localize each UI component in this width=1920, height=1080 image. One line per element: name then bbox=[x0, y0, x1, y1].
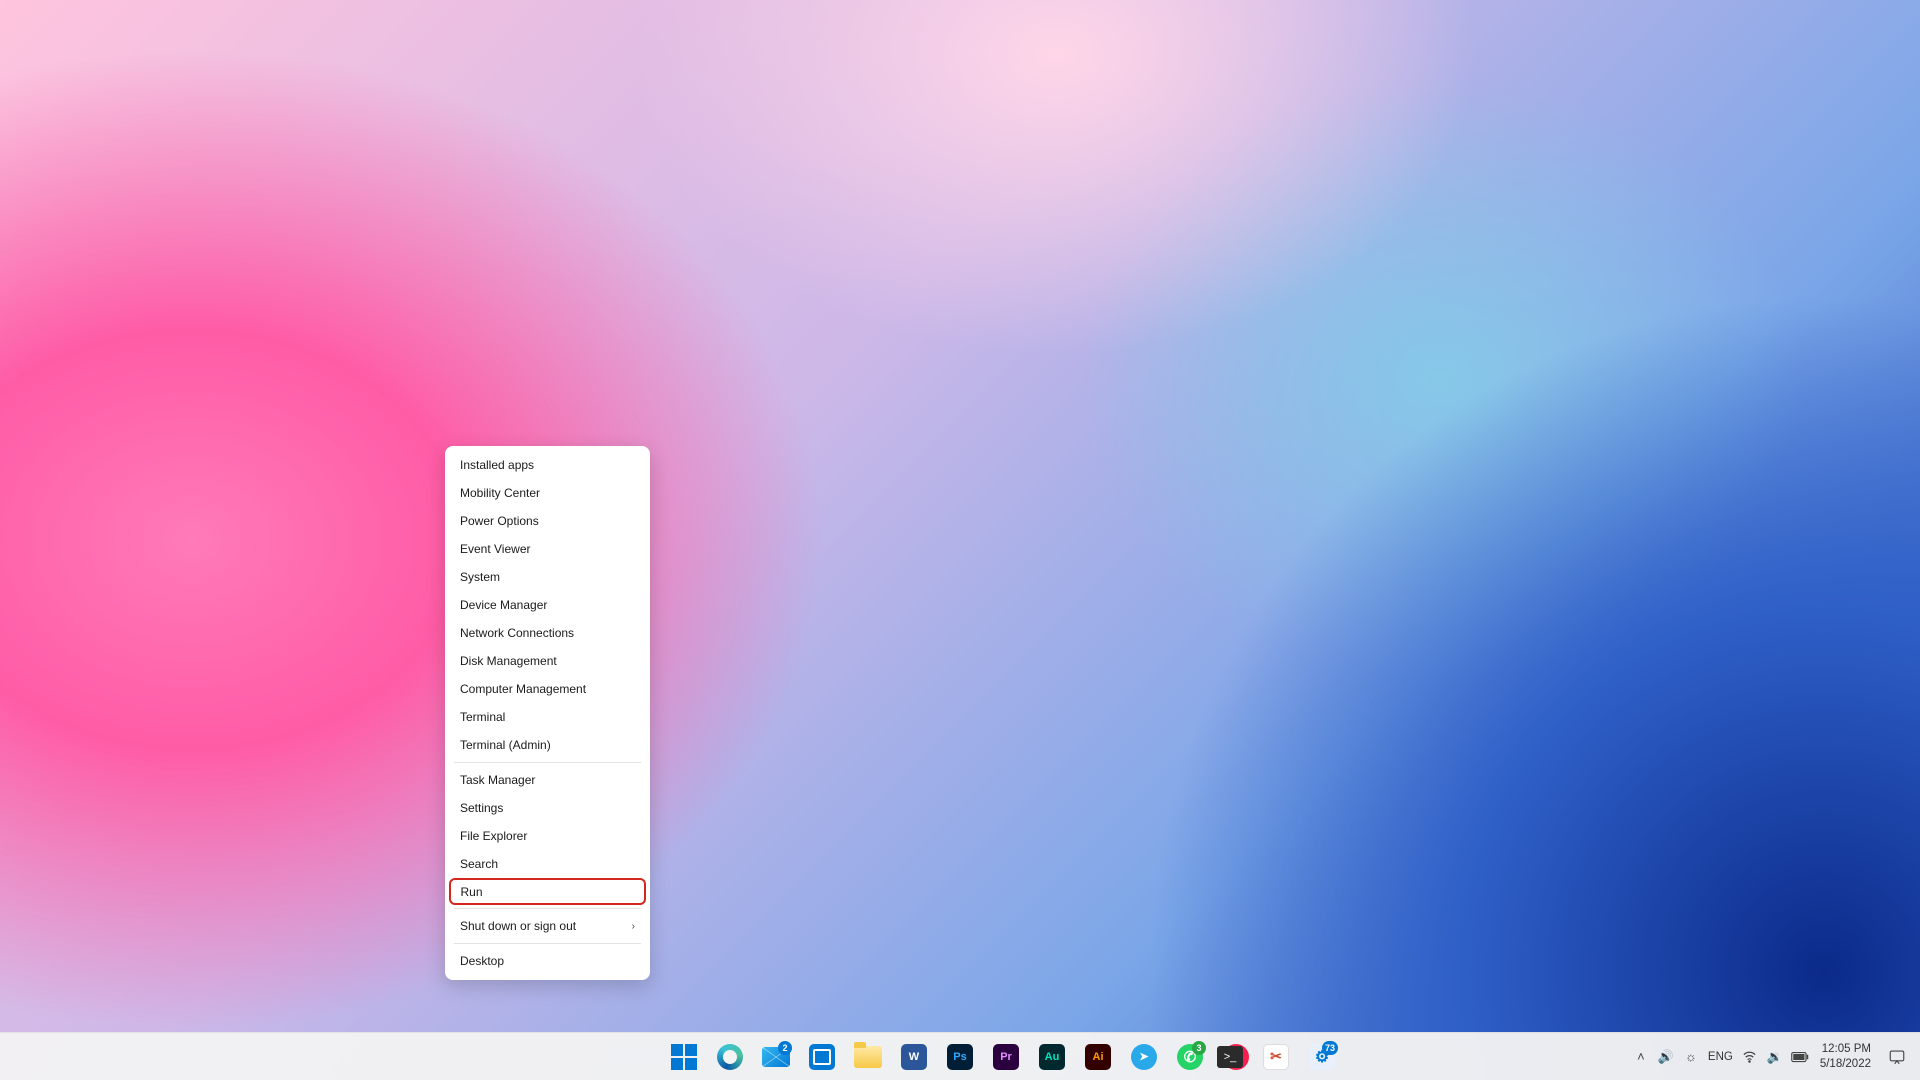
windows-logo-icon bbox=[671, 1044, 697, 1070]
ctx-label: Settings bbox=[460, 801, 503, 815]
taskbar-extra-apps: >_ ✂ ⚙ 73 bbox=[1210, 1033, 1342, 1080]
tray-sound-icon[interactable]: 🔉 bbox=[1764, 1037, 1786, 1077]
ctx-disk-management[interactable]: Disk Management bbox=[448, 647, 647, 675]
ctx-search[interactable]: Search bbox=[448, 850, 647, 878]
badge: 3 bbox=[1192, 1041, 1206, 1055]
audition-icon: Au bbox=[1039, 1044, 1065, 1070]
ctx-label: Terminal (Admin) bbox=[460, 738, 551, 752]
telegram-icon: ➤ bbox=[1131, 1044, 1157, 1070]
taskbar-app-photoshop[interactable]: Ps bbox=[940, 1037, 980, 1077]
premiere-icon: Pr bbox=[993, 1044, 1019, 1070]
ctx-event-viewer[interactable]: Event Viewer bbox=[448, 535, 647, 563]
ctx-label: Mobility Center bbox=[460, 486, 540, 500]
ctx-installed-apps[interactable]: Installed apps bbox=[448, 451, 647, 479]
tray-battery-icon[interactable] bbox=[1789, 1037, 1811, 1077]
taskbar-app-premiere[interactable]: Pr bbox=[986, 1037, 1026, 1077]
ctx-label: Terminal bbox=[460, 710, 505, 724]
taskbar-app-illustrator[interactable]: Ai bbox=[1078, 1037, 1118, 1077]
ctx-label: Run bbox=[461, 885, 483, 899]
taskbar: 2 W Ps Pr Au Ai ➤ ✆ 3 O >_ ✂ ⚙ 73 ˄ 🔊 ☼ … bbox=[0, 1032, 1920, 1080]
taskbar-app-whatsapp[interactable]: ✆ 3 bbox=[1170, 1037, 1210, 1077]
word-icon: W bbox=[901, 1044, 927, 1070]
ctx-system[interactable]: System bbox=[448, 563, 647, 591]
ctx-label: Search bbox=[460, 857, 498, 871]
ctx-label: Power Options bbox=[460, 514, 539, 528]
ctx-separator bbox=[454, 943, 641, 944]
taskbar-app-snipping[interactable]: ✂ bbox=[1256, 1037, 1296, 1077]
taskbar-app-mail[interactable]: 2 bbox=[756, 1037, 796, 1077]
chevron-up-icon: ˄ bbox=[1637, 1049, 1645, 1064]
tray-wifi-icon[interactable] bbox=[1739, 1037, 1761, 1077]
badge: 2 bbox=[778, 1041, 792, 1055]
ctx-label: Task Manager bbox=[460, 773, 535, 787]
ctx-mobility-center[interactable]: Mobility Center bbox=[448, 479, 647, 507]
taskbar-app-settings[interactable]: ⚙ 73 bbox=[1302, 1037, 1342, 1077]
start-button[interactable] bbox=[664, 1037, 704, 1077]
ctx-separator bbox=[454, 762, 641, 763]
ctx-terminal-admin[interactable]: Terminal (Admin) bbox=[448, 731, 647, 759]
taskbar-app-terminal[interactable]: >_ bbox=[1210, 1037, 1250, 1077]
tray-brightness-icon[interactable]: ☼ bbox=[1680, 1037, 1702, 1077]
edge-icon bbox=[717, 1044, 743, 1070]
chevron-right-icon: › bbox=[632, 921, 635, 932]
taskbar-center-apps: 2 W Ps Pr Au Ai ➤ ✆ 3 O bbox=[664, 1033, 1256, 1080]
ctx-label: Shut down or sign out bbox=[460, 919, 576, 933]
taskbar-app-file-explorer[interactable] bbox=[848, 1037, 888, 1077]
scissors-icon: ✂ bbox=[1263, 1044, 1289, 1070]
ctx-power-options[interactable]: Power Options bbox=[448, 507, 647, 535]
ctx-separator bbox=[454, 908, 641, 909]
ctx-device-manager[interactable]: Device Manager bbox=[448, 591, 647, 619]
taskbar-clock[interactable]: 12:05 PM 5/18/2022 bbox=[1814, 1042, 1877, 1071]
ctx-label: System bbox=[460, 570, 500, 584]
ctx-label: File Explorer bbox=[460, 829, 527, 843]
badge: 73 bbox=[1322, 1041, 1338, 1055]
ctx-task-manager[interactable]: Task Manager bbox=[448, 766, 647, 794]
ctx-label: Installed apps bbox=[460, 458, 534, 472]
tray-overflow-button[interactable]: ˄ bbox=[1630, 1037, 1652, 1077]
ctx-desktop[interactable]: Desktop bbox=[448, 947, 647, 975]
taskbar-system-tray: ˄ 🔊 ☼ ENG 🔉 12:05 PM 5/18/2022 bbox=[1630, 1033, 1920, 1080]
tray-volume-icon[interactable]: 🔊 bbox=[1655, 1037, 1677, 1077]
ctx-run[interactable]: Run bbox=[449, 878, 646, 905]
ctx-shutdown-signout[interactable]: Shut down or sign out › bbox=[448, 912, 647, 940]
taskbar-app-telegram[interactable]: ➤ bbox=[1124, 1037, 1164, 1077]
ctx-label: Disk Management bbox=[460, 654, 557, 668]
taskbar-app-audition[interactable]: Au bbox=[1032, 1037, 1072, 1077]
illustrator-icon: Ai bbox=[1085, 1044, 1111, 1070]
ctx-network-connections[interactable]: Network Connections bbox=[448, 619, 647, 647]
taskbar-app-store[interactable] bbox=[802, 1037, 842, 1077]
clock-date: 5/18/2022 bbox=[1820, 1057, 1871, 1071]
ctx-file-explorer[interactable]: File Explorer bbox=[448, 822, 647, 850]
ctx-label: Event Viewer bbox=[460, 542, 530, 556]
notification-icon bbox=[1888, 1048, 1906, 1066]
store-icon bbox=[809, 1044, 835, 1070]
ctx-computer-management[interactable]: Computer Management bbox=[448, 675, 647, 703]
folder-icon bbox=[854, 1046, 882, 1068]
taskbar-app-edge[interactable] bbox=[710, 1037, 750, 1077]
terminal-icon: >_ bbox=[1217, 1046, 1243, 1068]
notification-center-button[interactable] bbox=[1880, 1037, 1914, 1077]
ctx-terminal[interactable]: Terminal bbox=[448, 703, 647, 731]
winx-context-menu: Installed apps Mobility Center Power Opt… bbox=[445, 446, 650, 980]
photoshop-icon: Ps bbox=[947, 1044, 973, 1070]
ctx-label: Desktop bbox=[460, 954, 504, 968]
ctx-label: Device Manager bbox=[460, 598, 547, 612]
ctx-settings[interactable]: Settings bbox=[448, 794, 647, 822]
taskbar-app-word[interactable]: W bbox=[894, 1037, 934, 1077]
ctx-label: Network Connections bbox=[460, 626, 574, 640]
tray-language[interactable]: ENG bbox=[1705, 1037, 1736, 1077]
clock-time: 12:05 PM bbox=[1822, 1042, 1871, 1056]
ctx-label: Computer Management bbox=[460, 682, 586, 696]
